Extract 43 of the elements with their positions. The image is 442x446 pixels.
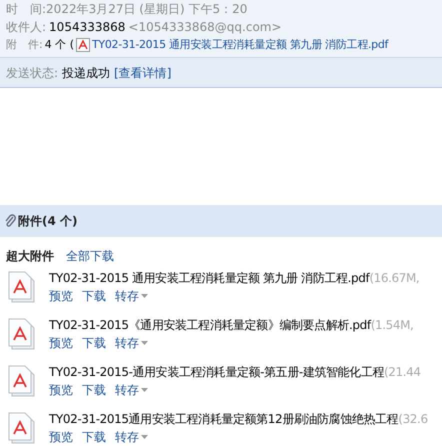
file-name[interactable]: TY02-31-2015《通用安装工程消耗量定额》编制要点解析.pdf (49, 316, 371, 334)
caret-icon (141, 341, 148, 345)
caret-icon (141, 435, 148, 439)
download-all-link[interactable]: 全部下载 (66, 247, 114, 265)
file-name[interactable]: TY02-31-2015-通用安装工程消耗量定额-第五册-建筑智能化工程 (49, 363, 384, 381)
file-action-link[interactable]: 转存 (115, 287, 148, 305)
file-action-link[interactable]: 下载 (82, 334, 106, 352)
attachment-link[interactable]: TY02-31-2015 通用安装工程消耗量定额 第九册 消防工程.pdf (92, 36, 388, 54)
file-action-link[interactable]: 预览 (49, 334, 73, 352)
send-status-label: 发送状态: (6, 64, 58, 82)
file-name[interactable]: TY02-31-2015 通用安装工程消耗量定额 第九册 消防工程.pdf (49, 269, 370, 287)
file-size: (21.44 (384, 364, 421, 381)
group-title: 超大附件 (6, 248, 54, 265)
pdf-file-icon (8, 318, 36, 350)
paperclip-icon (4, 214, 16, 228)
pdf-file-icon (8, 271, 36, 303)
send-status-value: 投递成功 (62, 64, 110, 82)
pdf-icon (76, 38, 90, 52)
view-details-link[interactable]: [查看详情] (114, 64, 172, 82)
file-action-link[interactable]: 预览 (49, 287, 73, 305)
file-action-link[interactable]: 预览 (49, 428, 73, 446)
caret-icon (141, 388, 148, 392)
attachment-count: 4 个 ( (44, 36, 74, 53)
file-action-link[interactable]: 转存 (115, 334, 148, 352)
file-action-link[interactable]: 预览 (49, 381, 73, 399)
pdf-file-icon (8, 365, 36, 397)
file-action-link[interactable]: 转存 (115, 381, 148, 399)
file-action-link[interactable]: 下载 (82, 287, 106, 305)
file-size: (1.54M, (370, 317, 414, 334)
recipient-label: 收件人: (6, 19, 46, 36)
attachments-title: 附件(4 个) (18, 213, 78, 230)
file-size: (16.67M, (369, 270, 420, 287)
file-name[interactable]: TY02-31-2015通用安装工程消耗量定额第12册刷油防腐蚀绝热工程 (49, 410, 398, 428)
attachment-label: 附 件: (6, 36, 43, 53)
recipient-name: 1054333868 (49, 19, 126, 36)
file-action-link[interactable]: 转存 (115, 428, 148, 446)
time-value: 2022年3月27日 (星期日) 下午5：20 (46, 1, 248, 18)
caret-icon (141, 294, 148, 298)
file-action-link[interactable]: 下载 (82, 428, 106, 446)
time-label: 时 间: (6, 1, 46, 18)
file-size: (32.6 (398, 411, 428, 428)
file-action-link[interactable]: 下载 (82, 381, 106, 399)
recipient-address: <1054333868@qq.com> (128, 19, 282, 36)
